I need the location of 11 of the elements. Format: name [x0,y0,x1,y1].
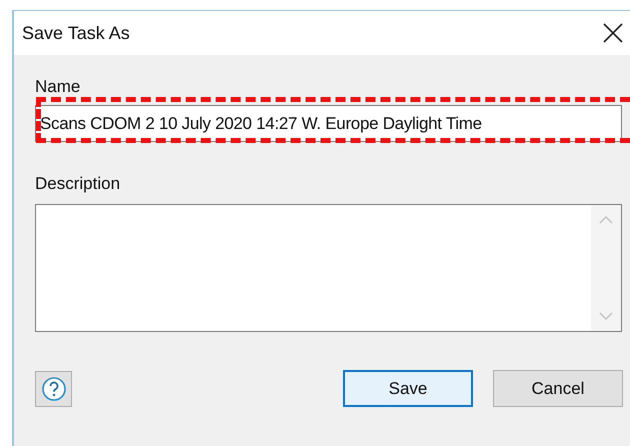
help-button[interactable] [35,370,72,406]
name-field[interactable]: Scans CDOM 2 10 July 2020 14:27 W. Europe Daylight Time [35,105,622,142]
scroll-up-icon[interactable] [599,215,613,224]
description-field[interactable] [35,204,622,332]
description-label: Description [35,174,120,194]
window-title: Save Task As [22,22,130,44]
save-button[interactable]: Save [343,370,473,407]
cancel-button[interactable]: Cancel [493,370,623,407]
name-label: Name [35,77,80,97]
close-icon[interactable] [602,22,624,44]
scroll-down-icon[interactable] [599,312,613,321]
